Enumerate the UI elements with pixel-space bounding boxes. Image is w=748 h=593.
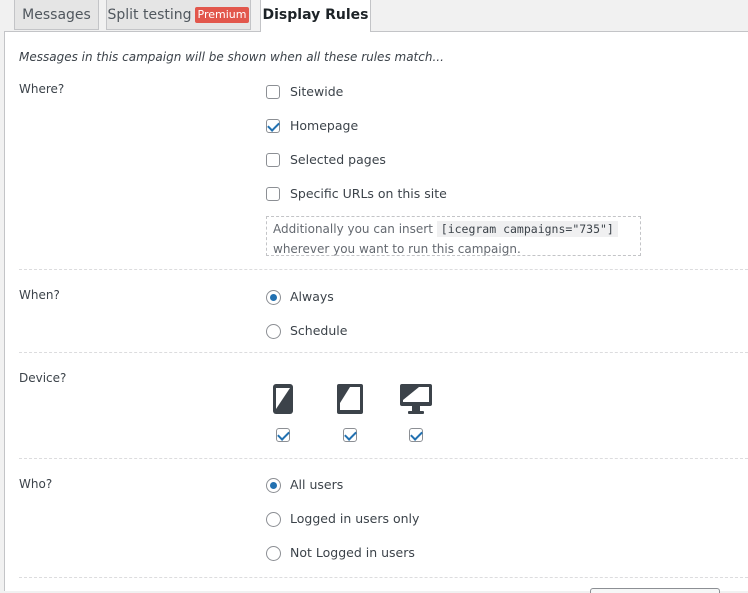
always-radio[interactable] <box>266 290 281 305</box>
when-label: When? <box>19 288 60 302</box>
tab-messages-label: Messages <box>22 7 91 23</box>
mobile-icon <box>273 384 293 414</box>
tablet-checkbox[interactable] <box>343 428 357 442</box>
schedule-label: Schedule <box>290 323 348 338</box>
logged-in-label: Logged in users only <box>290 511 420 526</box>
shortcode-note: Additionally you can insert [icegram cam… <box>266 216 641 256</box>
tab-display-rules[interactable]: Display Rules <box>260 0 371 32</box>
tab-display-rules-label: Display Rules <box>262 7 369 23</box>
schedule-radio[interactable] <box>266 324 281 339</box>
display-rules-panel <box>4 31 748 591</box>
selected-pages-label: Selected pages <box>290 152 386 167</box>
divider <box>19 352 748 353</box>
divider <box>19 577 748 578</box>
homepage-label: Homepage <box>290 118 359 133</box>
desktop-icon <box>400 384 432 414</box>
sitewide-checkbox[interactable] <box>266 85 280 99</box>
premium-badge: Premium <box>194 7 250 23</box>
always-label: Always <box>290 289 334 304</box>
tab-bar: Messages Split testing Premium Display Ru… <box>0 0 748 32</box>
all-users-label: All users <box>290 477 344 492</box>
tab-split-testing-label: Split testing <box>107 7 192 23</box>
sitewide-label: Sitewide <box>290 84 344 99</box>
who-label: Who? <box>19 477 53 491</box>
shortcode: [icegram campaigns="735"] <box>436 221 618 237</box>
not-logged-in-label: Not Logged in users <box>290 545 415 560</box>
specific-urls-label: Specific URLs on this site <box>290 186 447 201</box>
desktop-checkbox[interactable] <box>409 428 423 442</box>
divider <box>19 269 748 270</box>
rules-intro: Messages in this campaign will be shown … <box>19 50 444 64</box>
not-logged-in-radio[interactable] <box>266 546 281 561</box>
tablet-icon <box>337 384 363 414</box>
tab-split-testing[interactable]: Split testing Premium <box>106 0 251 30</box>
all-users-radio[interactable] <box>266 478 281 493</box>
note-prefix: Additionally you can insert <box>273 222 433 236</box>
where-label: Where? <box>19 82 65 96</box>
mobile-checkbox[interactable] <box>276 428 290 442</box>
device-label: Device? <box>19 371 67 385</box>
selected-pages-checkbox[interactable] <box>266 153 280 167</box>
divider <box>19 458 748 459</box>
tab-messages[interactable]: Messages <box>14 0 99 30</box>
homepage-checkbox[interactable] <box>266 119 280 133</box>
note-suffix: wherever you want to run this campaign. <box>273 242 521 256</box>
specific-urls-checkbox[interactable] <box>266 187 280 201</box>
logged-in-radio[interactable] <box>266 512 281 527</box>
